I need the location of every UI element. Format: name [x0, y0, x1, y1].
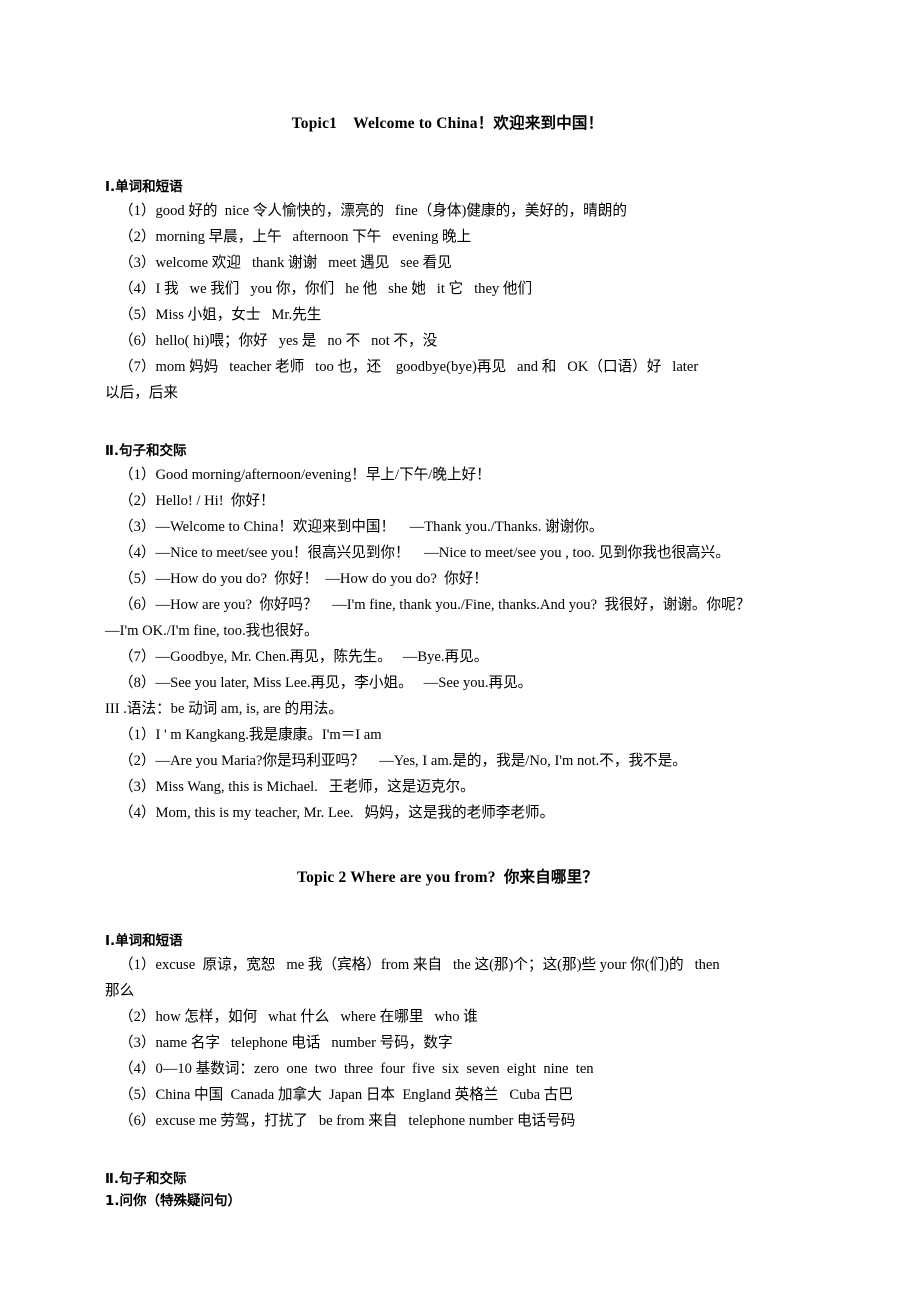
topic2-section2-heading: Ⅱ.句子和交际 [105, 1171, 187, 1187]
sentence-line: （3）—Welcome to China！欢迎来到中国！ —Thank you.… [119, 519, 604, 535]
topic2-section1-heading: Ⅰ.单词和短语 [105, 933, 183, 949]
vocab-line: （2）morning 早晨，上午 afternoon 下午 evening 晚上 [119, 229, 472, 245]
vocab-line-continuation: 以后，后来 [105, 385, 178, 401]
vocab-line: （3）welcome 欢迎 thank 谢谢 meet 遇见 see 看见 [119, 255, 452, 271]
topic2-section2-subheading: 1.问你（特殊疑问句） [105, 1193, 242, 1209]
grammar-line: （4）Mom, this is my teacher, Mr. Lee. 妈妈，… [119, 805, 555, 821]
spacer-before-topic1-section2 [105, 406, 790, 440]
sentence-line: （5）—How do you do? 你好！ —How do you do? 你… [119, 571, 488, 587]
vocab-line: （5）Miss 小姐，女士 Mr.先生 [119, 307, 322, 323]
spacer-before-topic2-title [105, 826, 790, 866]
vocab-line: （2）how 怎样，如何 what 什么 where 在哪里 who 谁 [119, 1009, 478, 1025]
sentence-line: （4）—Nice to meet/see you！很高兴见到你！ —Nice t… [119, 545, 730, 561]
spacer-after-topic1-title [105, 136, 790, 176]
vocab-line: （6）excuse me 劳驾，打扰了 be from 来自 telephone… [119, 1113, 576, 1129]
vocab-line: （4）0—10 基数词：zero one two three four five… [119, 1061, 594, 1077]
grammar-line: （3）Miss Wang, this is Michael. 王老师，这是迈克尔… [119, 779, 475, 795]
grammar-line: （1）I ' m Kangkang.我是康康。I'm＝I am [119, 727, 382, 743]
topic1-section3-heading: III .语法：be 动词 am, is, are 的用法。 [105, 701, 343, 717]
topic1-section2-heading: Ⅱ.句子和交际 [105, 443, 187, 459]
page-top-margin [105, 0, 790, 112]
vocab-line: （3）name 名字 telephone 电话 number 号码，数字 [119, 1035, 453, 1051]
vocab-line: （4）I 我 we 我们 you 你，你们 he 他 she 她 it 它 th… [119, 281, 533, 297]
vocab-line: （1）excuse 原谅，宽恕 me 我（宾格）from 来自 the 这(那)… [119, 957, 720, 973]
topic1-section1-heading: Ⅰ.单词和短语 [105, 179, 183, 195]
sentence-line: （1）Good morning/afternoon/evening！早上/下午/… [119, 467, 491, 483]
sentence-line: （7）—Goodbye, Mr. Chen.再见，陈先生。 —Bye.再见。 [119, 649, 489, 665]
sentence-line: （8）—See you later, Miss Lee.再见，李小姐。 —See… [119, 675, 533, 691]
vocab-line-continuation: 那么 [105, 983, 135, 999]
document-page: Topic1 Welcome to China！欢迎来到中国！ Ⅰ.单词和短语 … [0, 0, 920, 1302]
topic1-section1-list: （1）good 好的 nice 令人愉快的，漂亮的 fine（身体)健康的，美好… [105, 198, 790, 406]
sentence-line-continuation: —I'm OK./I'm fine, too.我也很好。 [105, 623, 319, 639]
topic1-section2-list: （1）Good morning/afternoon/evening！早上/下午/… [105, 462, 790, 826]
spacer-after-topic2-title [105, 890, 790, 930]
vocab-line: （7）mom 妈妈 teacher 老师 too 也，还 goodbye(bye… [119, 359, 699, 375]
grammar-line: （2）—Are you Maria?你是玛利亚吗？ —Yes, I am.是的，… [119, 753, 687, 769]
spacer-before-topic2-section2 [105, 1134, 790, 1168]
sentence-line: （6）—How are you? 你好吗？ —I'm fine, thank y… [119, 597, 751, 613]
topic1-title: Topic1 Welcome to China！欢迎来到中国！ [291, 115, 604, 132]
vocab-line: （1）good 好的 nice 令人愉快的，漂亮的 fine（身体)健康的，美好… [119, 203, 627, 219]
vocab-line: （5）China 中国 Canada 加拿大 Japan 日本 England … [119, 1087, 573, 1103]
sentence-line: （2）Hello! / Hi! 你好！ [119, 493, 275, 509]
topic2-section1-list: （1）excuse 原谅，宽恕 me 我（宾格）from 来自 the 这(那)… [105, 952, 790, 1134]
vocab-line: （6）hello( hi)喂；你好 yes 是 no 不 not 不，没 [119, 333, 438, 349]
topic2-title: Topic 2 Where are you from? 你来自哪里？ [296, 869, 599, 886]
